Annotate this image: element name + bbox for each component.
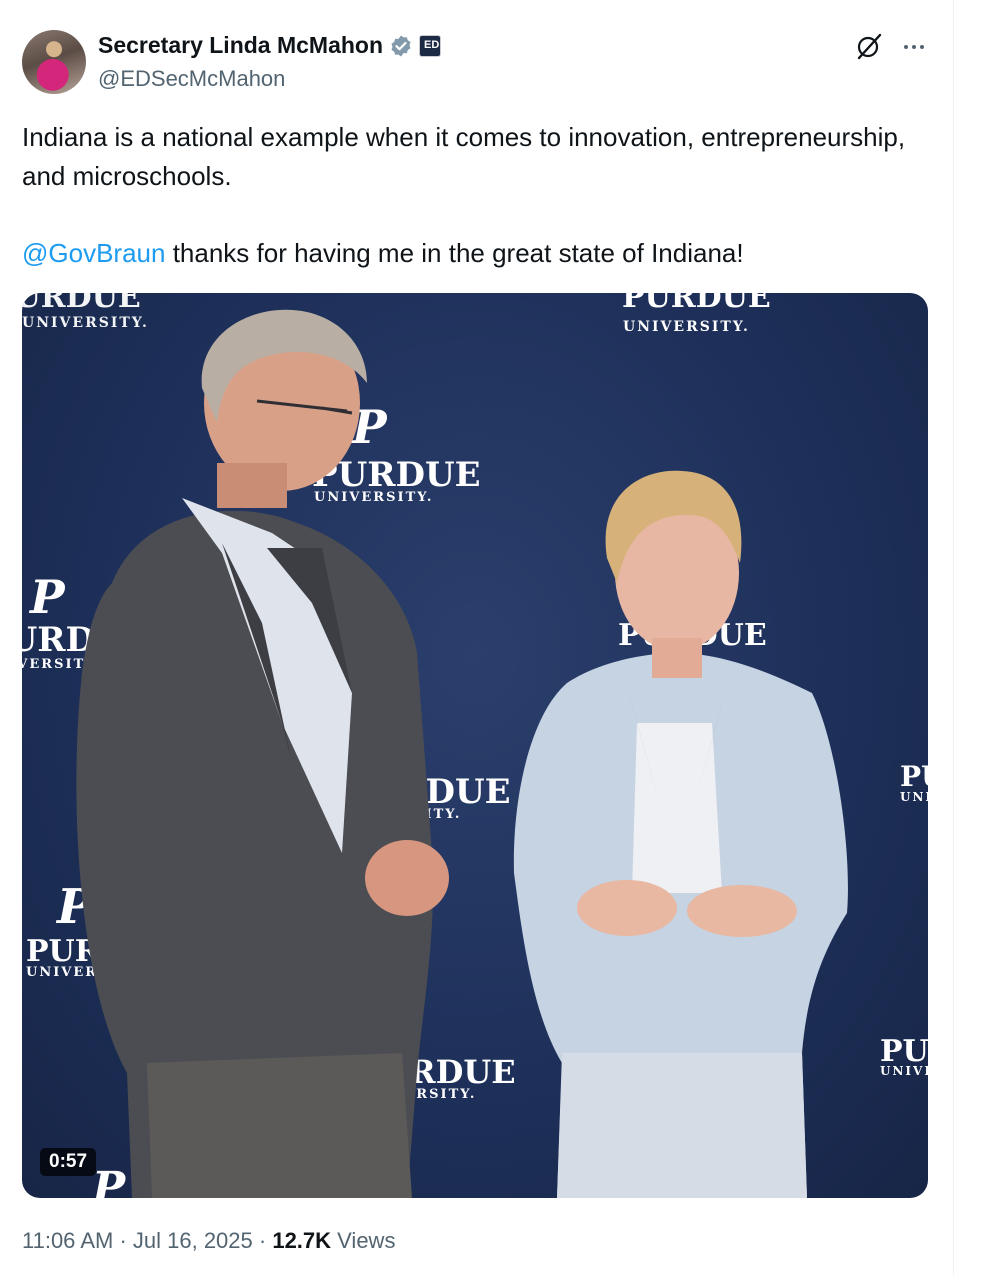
avatar[interactable] — [22, 30, 86, 94]
views-label: Views — [331, 1228, 396, 1253]
affiliation-badge-icon[interactable]: ED — [419, 34, 442, 57]
person-right — [513, 470, 848, 1198]
svg-text:UNIVERSITY.: UNIVERSITY. — [900, 790, 928, 804]
svg-text:PURDUE: PURDUE — [900, 760, 928, 793]
mention-link[interactable]: @GovBraun — [22, 238, 165, 268]
tweet-paragraph-2: @GovBraun thanks for having me in the gr… — [22, 234, 912, 273]
svg-text:PURDUE: PURDUE — [22, 293, 141, 315]
backdrop-logo: PURDUE UNIVERSITY. — [622, 293, 771, 335]
views-count: 12.7K — [272, 1228, 332, 1253]
backdrop-logo: PURDUE UNIVERSITY. — [22, 293, 149, 331]
meta-separator: · — [252, 1228, 273, 1253]
timeline-border — [953, 0, 954, 1276]
video-duration: 0:57 — [40, 1148, 97, 1176]
svg-text:UNIVERSITY.: UNIVERSITY. — [314, 490, 433, 505]
backdrop-logo: PURDUE UNIVERSITY. — [880, 1034, 928, 1078]
video-player[interactable]: PURDUE UNIVERSITY. PURDUE UNIVERSITY. P … — [22, 293, 928, 1198]
verified-badge-icon[interactable] — [389, 34, 413, 58]
tweet-paragraph-2-text: thanks for having me in the great state … — [165, 238, 744, 268]
svg-text:PURDUE: PURDUE — [622, 293, 771, 315]
meta-separator: · — [113, 1228, 133, 1253]
svg-text:UNIVERSITY.: UNIVERSITY. — [22, 315, 149, 331]
name-row: Secretary Linda McMahon ED — [98, 32, 442, 59]
svg-text:UNIVERSITY.: UNIVERSITY. — [880, 1064, 928, 1078]
tweet-time[interactable]: 11:06 AM — [22, 1228, 113, 1253]
more-icon[interactable] — [898, 30, 930, 62]
tweet-meta: 11:06 AM · Jul 16, 2025 · 12.7K Views — [22, 1228, 395, 1254]
display-name[interactable]: Secretary Linda McMahon — [98, 32, 383, 59]
grok-icon[interactable] — [853, 30, 885, 62]
handle[interactable]: @EDSecMcMahon — [98, 66, 285, 92]
tweet-header: Secretary Linda McMahon ED @EDSecMcMahon — [22, 28, 932, 96]
video-frame: PURDUE UNIVERSITY. PURDUE UNIVERSITY. P … — [22, 293, 928, 1198]
svg-text:UNIVERSITY.: UNIVERSITY. — [623, 319, 750, 335]
person-left — [76, 309, 449, 1198]
tweet-date[interactable]: Jul 16, 2025 — [133, 1228, 253, 1253]
tweet-text: Indiana is a national example when it co… — [22, 118, 912, 273]
svg-text:P: P — [28, 570, 66, 624]
backdrop-logo: PURDUE UNIVERSITY. — [900, 760, 928, 804]
tweet-paragraph-1: Indiana is a national example when it co… — [22, 122, 906, 191]
